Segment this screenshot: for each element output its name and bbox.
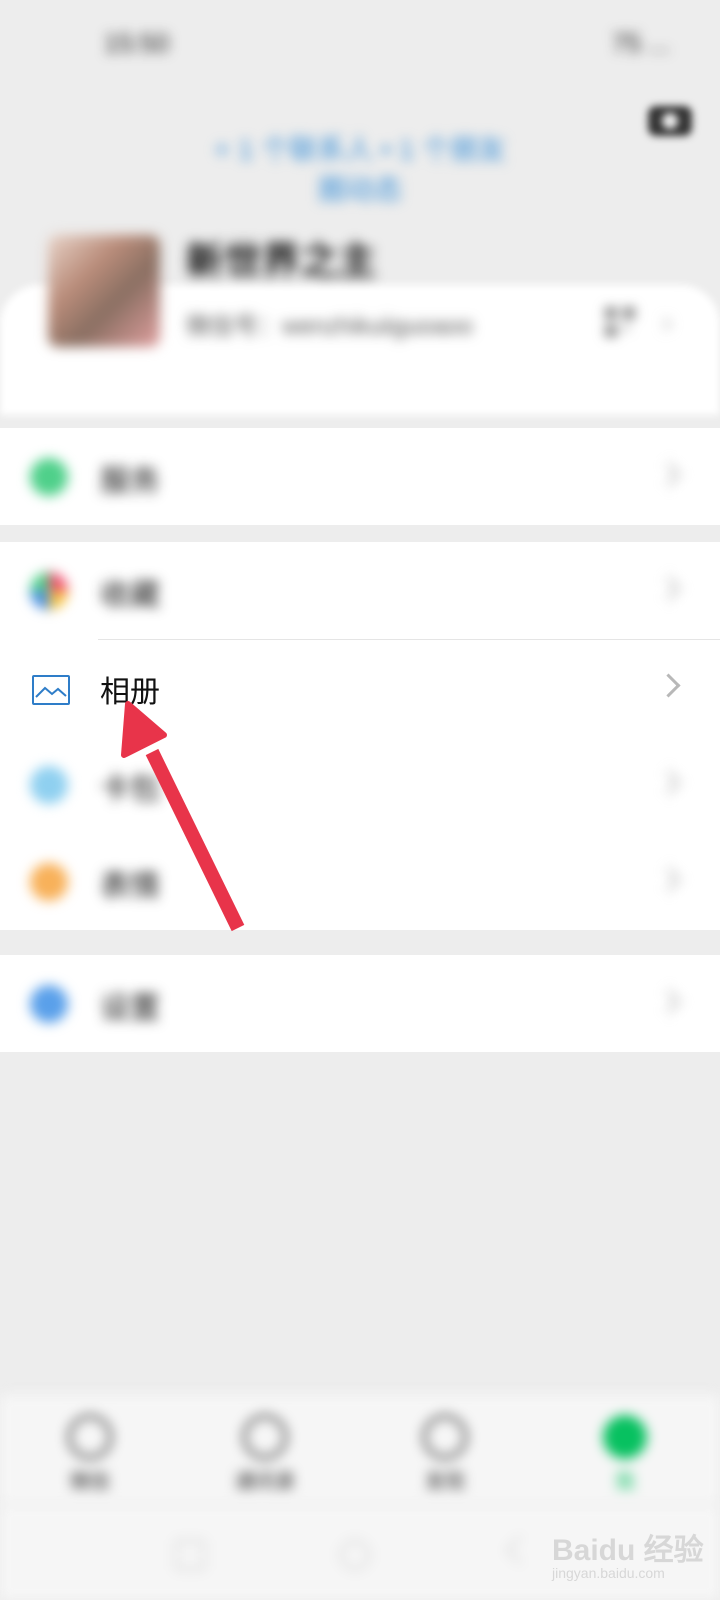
watermark-url: jingyan.baidu.com xyxy=(552,1565,665,1581)
bottom-nav: 微信 通讯录 发现 我 xyxy=(0,1395,720,1505)
contacts-icon xyxy=(243,1415,287,1459)
me-icon xyxy=(603,1415,647,1459)
tab-label: 微信 xyxy=(70,1471,110,1493)
tab-label: 我 xyxy=(615,1471,635,1493)
tab-contacts[interactable]: 通讯录 xyxy=(215,1415,315,1495)
chat-icon xyxy=(68,1415,112,1459)
tab-me[interactable]: 我 xyxy=(575,1415,675,1495)
tab-label: 发现 xyxy=(425,1471,465,1493)
tab-discover[interactable]: 发现 xyxy=(395,1415,495,1495)
tab-label: 通讯录 xyxy=(235,1471,295,1493)
watermark-logo: Baidu 经验 xyxy=(552,1534,704,1567)
home-button[interactable] xyxy=(340,1540,370,1570)
recent-apps-button[interactable] xyxy=(175,1540,205,1570)
tab-chats[interactable]: 微信 xyxy=(40,1415,140,1495)
annotation-arrow xyxy=(121,701,245,932)
back-button[interactable] xyxy=(505,1535,535,1565)
discover-icon xyxy=(423,1415,467,1459)
